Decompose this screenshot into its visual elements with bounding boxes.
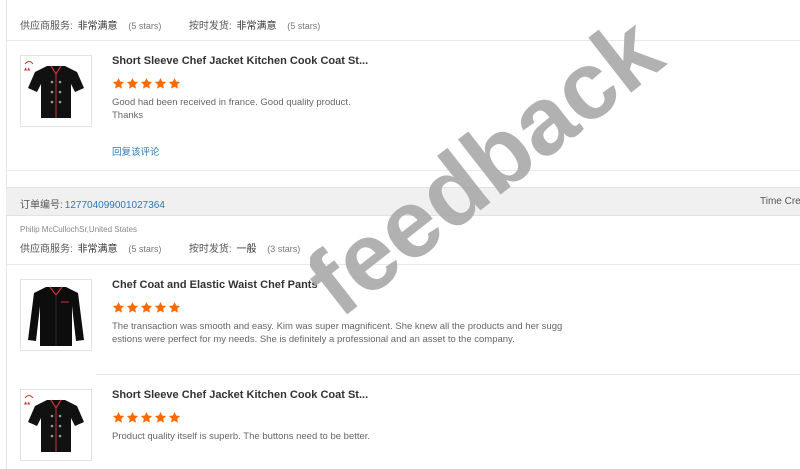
order-rating-line: 供应商服务: 非常满意 (5 stars) 按时发货: 一般 (3 stars) bbox=[20, 240, 301, 255]
shipping-stars: (3 stars) bbox=[267, 244, 301, 254]
review-page: 供应商服务: 非常满意 (5 stars) 按时发货: 非常满意 (5 star… bbox=[0, 0, 800, 469]
star-icon bbox=[154, 411, 167, 424]
star-icon bbox=[112, 411, 125, 424]
supplier-service-value: 非常满意 bbox=[77, 244, 118, 255]
product-title[interactable]: Short Sleeve Chef Jacket Kitchen Cook Co… bbox=[112, 55, 368, 67]
time-created-label: Time Cre bbox=[760, 196, 800, 207]
chef-jacket-short-sleeve-icon: ▲▲ bbox=[24, 61, 84, 118]
star-icon bbox=[168, 411, 181, 424]
shipping-label: 按时发货: bbox=[188, 21, 232, 32]
shipping-stars: (5 stars) bbox=[287, 21, 321, 31]
reply-link[interactable]: 回复该评论 bbox=[112, 144, 160, 158]
star-icon bbox=[168, 77, 181, 90]
page-border bbox=[6, 0, 7, 469]
watermark-text: feedback bbox=[310, 20, 681, 337]
supplier-service-label: 供应商服务: bbox=[20, 21, 73, 32]
chef-jacket-short-sleeve-icon: ▲▲ bbox=[24, 395, 84, 452]
product-thumbnail[interactable]: ▲▲ bbox=[20, 55, 92, 127]
product-title[interactable]: Short Sleeve Chef Jacket Kitchen Cook Co… bbox=[112, 389, 368, 401]
product-title[interactable]: Chef Coat and Elastic Waist Chef Pants bbox=[112, 279, 318, 291]
svg-text:▲▲: ▲▲ bbox=[24, 400, 31, 405]
review-text: Good had been received in france. Good q… bbox=[112, 96, 351, 122]
top-rating-line: 供应商服务: 非常满意 (5 stars) 按时发货: 非常满意 (5 star… bbox=[20, 17, 321, 32]
star-icon bbox=[140, 411, 153, 424]
review-text-line: estions were perfect for my needs. She i… bbox=[112, 334, 515, 345]
shipping-value: 非常满意 bbox=[236, 21, 277, 32]
review-text: The transaction was smooth and easy. Kim… bbox=[112, 320, 562, 346]
star-icon bbox=[126, 77, 139, 90]
product-thumbnail[interactable]: ▲▲ bbox=[20, 389, 92, 461]
supplier-service-value: 非常满意 bbox=[77, 21, 118, 32]
star-icon bbox=[168, 301, 181, 314]
order-number-row: 订单编号: 127704099001027364 bbox=[20, 196, 165, 211]
order-header: 订单编号: 127704099001027364 Time Cre bbox=[6, 187, 800, 216]
review-text-line: Product quality itself is superb. The bu… bbox=[112, 431, 371, 442]
order-number-link[interactable]: 127704099001027364 bbox=[65, 200, 165, 211]
chef-coat-long-sleeve-icon bbox=[28, 286, 84, 346]
shipping-label: 按时发货: bbox=[188, 244, 232, 255]
buyer-name: Philip McCullochSr,United States bbox=[20, 225, 137, 234]
divider bbox=[6, 264, 800, 265]
star-icon bbox=[126, 301, 139, 314]
review-text: Product quality itself is superb. The bu… bbox=[112, 430, 370, 443]
star-icon bbox=[154, 301, 167, 314]
review-text-line: Good had been received in france. Good q… bbox=[112, 97, 351, 108]
star-icon bbox=[112, 301, 125, 314]
feedback-watermark: feedback bbox=[310, 20, 681, 337]
supplier-service-label: 供应商服务: bbox=[20, 244, 73, 255]
divider bbox=[6, 40, 800, 41]
review-text-line: The transaction was smooth and easy. Kim… bbox=[112, 321, 563, 332]
divider bbox=[6, 170, 800, 171]
product-thumbnail[interactable] bbox=[20, 279, 92, 351]
supplier-service-stars: (5 stars) bbox=[128, 244, 162, 254]
rating-stars bbox=[112, 77, 182, 91]
order-number-label: 订单编号: bbox=[20, 200, 63, 211]
star-icon bbox=[154, 77, 167, 90]
svg-text:▲▲: ▲▲ bbox=[24, 66, 31, 71]
supplier-service-stars: (5 stars) bbox=[128, 21, 162, 31]
star-icon bbox=[112, 77, 125, 90]
star-icon bbox=[140, 301, 153, 314]
divider bbox=[96, 374, 800, 375]
review-text-line: Thanks bbox=[112, 110, 144, 121]
star-icon bbox=[140, 77, 153, 90]
shipping-value: 一般 bbox=[236, 244, 257, 255]
star-icon bbox=[126, 411, 139, 424]
rating-stars bbox=[112, 411, 182, 425]
rating-stars bbox=[112, 301, 182, 315]
